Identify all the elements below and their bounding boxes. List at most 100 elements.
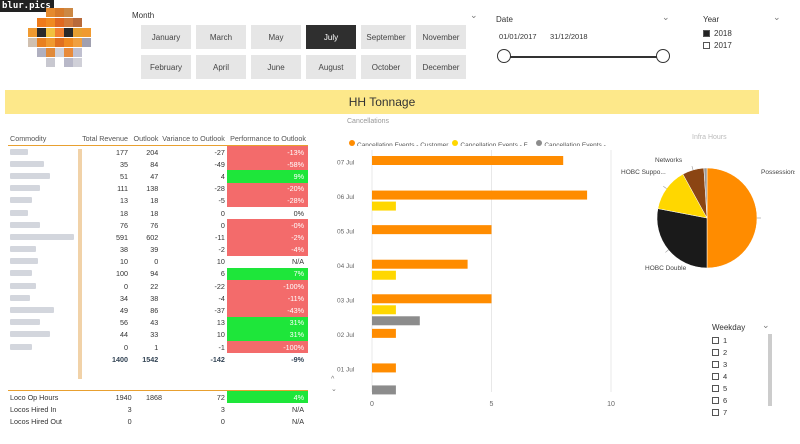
logo-pixel bbox=[64, 28, 73, 37]
table-row[interactable]: 100 94 6 7% bbox=[8, 267, 308, 281]
checkbox-icon[interactable] bbox=[703, 41, 710, 49]
pie-slice[interactable] bbox=[706, 167, 758, 269]
header-variance[interactable]: Variance to Outlook bbox=[160, 131, 227, 146]
checkbox-icon[interactable] bbox=[712, 372, 719, 380]
table-row[interactable]: 177 204 -27 -13% bbox=[8, 145, 308, 159]
loco-perf-cell: 4% bbox=[226, 391, 308, 404]
month-button-january[interactable]: January bbox=[140, 24, 192, 50]
variance-cell: -49 bbox=[214, 159, 225, 169]
pie-leader-line bbox=[691, 166, 694, 171]
outlook-cell: 204 bbox=[146, 147, 159, 157]
bar-05-jul-series-0[interactable] bbox=[372, 225, 492, 235]
weekday-chevron-icon[interactable]: ⌄ bbox=[762, 320, 770, 331]
table-row[interactable]: 13 18 -5 -28% bbox=[8, 194, 308, 207]
bar-02-jul-series-0[interactable] bbox=[372, 328, 396, 338]
weekday-scrollbar[interactable] bbox=[768, 334, 772, 406]
month-button-september[interactable]: September bbox=[360, 24, 412, 50]
header-total-revenue[interactable]: Total Revenue bbox=[78, 131, 130, 146]
loco-row[interactable]: Locos Hired In 3 3 N/A bbox=[8, 403, 308, 415]
weekday-option-7[interactable]: 7 bbox=[712, 406, 727, 418]
bar-03-jul-series-1[interactable] bbox=[372, 305, 396, 315]
weekday-option-2[interactable]: 2 bbox=[712, 346, 727, 358]
checkbox-icon[interactable] bbox=[712, 348, 719, 356]
date-chevron-icon[interactable]: ⌄ bbox=[662, 12, 670, 23]
month-button-june[interactable]: June bbox=[250, 54, 302, 80]
performance-cell: N/A bbox=[292, 257, 304, 267]
table-row[interactable]: 0 22 -22 -100% bbox=[8, 280, 308, 293]
table-row[interactable]: 56 43 13 31% bbox=[8, 316, 308, 329]
month-button-march[interactable]: March bbox=[195, 24, 247, 50]
chart-scroll-icon[interactable]: ^ ⌄ bbox=[331, 375, 337, 395]
month-button-december[interactable]: December bbox=[415, 54, 467, 80]
header-outlook[interactable]: Outlook bbox=[130, 131, 160, 146]
month-button-august[interactable]: August bbox=[305, 54, 357, 80]
checkbox-icon[interactable] bbox=[712, 396, 719, 404]
table-row[interactable]: 76 76 0 -0% bbox=[8, 219, 308, 232]
checkbox-icon[interactable] bbox=[712, 408, 719, 416]
year-option-2018[interactable]: 2018 bbox=[703, 27, 732, 39]
outlook-cell: 602 bbox=[146, 232, 159, 242]
table-row[interactable]: 18 18 0 0% bbox=[8, 207, 308, 219]
table-row[interactable]: 38 39 -2 -4% bbox=[8, 243, 308, 256]
date-start-field[interactable]: 01/01/2017 bbox=[499, 32, 537, 41]
table-row[interactable]: 35 84 -49 -58% bbox=[8, 158, 308, 171]
pie-slice[interactable] bbox=[656, 208, 708, 269]
year-option-label: 2018 bbox=[714, 28, 732, 38]
table-row[interactable]: 44 33 10 31% bbox=[8, 328, 308, 341]
bar-06-jul-series-1[interactable] bbox=[372, 201, 396, 211]
year-option-2017[interactable]: 2017 bbox=[703, 39, 732, 51]
blurred-text bbox=[10, 246, 36, 253]
bar-01-jul-series-0[interactable] bbox=[372, 363, 396, 373]
checkbox-icon[interactable] bbox=[712, 384, 719, 392]
month-button-october[interactable]: October bbox=[360, 54, 412, 80]
commodity-name-blurred bbox=[8, 292, 78, 304]
date-slider-start-handle[interactable] bbox=[497, 49, 511, 63]
date-slider-end-handle[interactable] bbox=[656, 49, 670, 63]
table-row[interactable]: 10 0 10 N/A bbox=[8, 256, 308, 268]
loco-row[interactable]: Loco Op Hours 1940 1868 72 4% bbox=[8, 391, 308, 404]
logo-pixel bbox=[64, 38, 73, 47]
year-chevron-icon[interactable]: ⌄ bbox=[773, 12, 781, 23]
checkbox-icon[interactable] bbox=[703, 29, 710, 37]
bar-06-jul-series-0[interactable] bbox=[372, 190, 588, 200]
bar-04-jul-series-0[interactable] bbox=[372, 259, 468, 269]
loco-row[interactable]: Locos Hired Out 0 0 N/A bbox=[8, 415, 308, 427]
table-row[interactable]: 34 38 -4 -11% bbox=[8, 292, 308, 305]
month-chevron-icon[interactable]: ⌄ bbox=[470, 10, 478, 21]
bar-04-jul-series-1[interactable] bbox=[372, 270, 396, 280]
blurred-text bbox=[10, 209, 28, 216]
weekday-option-5[interactable]: 5 bbox=[712, 382, 727, 394]
header-commodity[interactable]: Commodity bbox=[8, 131, 78, 146]
month-button-november[interactable]: November bbox=[415, 24, 467, 50]
pie-slice-label: Networks bbox=[655, 157, 683, 164]
table-row[interactable]: 111 138 -28 -20% bbox=[8, 182, 308, 195]
loco-perf-cell: N/A bbox=[292, 416, 304, 426]
header-performance[interactable]: Performance to Outlook bbox=[227, 131, 308, 146]
table-row[interactable]: 51 47 4 9% bbox=[8, 170, 308, 183]
checkbox-icon[interactable] bbox=[712, 336, 719, 344]
loco-label-cell: Loco Op Hours bbox=[10, 392, 59, 402]
logo-pixel bbox=[73, 48, 82, 57]
month-button-may[interactable]: May bbox=[250, 24, 302, 50]
weekday-option-1[interactable]: 1 bbox=[712, 334, 727, 346]
weekday-option-3[interactable]: 3 bbox=[712, 358, 727, 370]
bar-03-jul-series-0[interactable] bbox=[372, 294, 492, 304]
commodity-name-blurred bbox=[8, 341, 78, 353]
month-button-february[interactable]: February bbox=[140, 54, 192, 80]
bar-01-jul-series-2[interactable] bbox=[372, 385, 396, 395]
commodity-name-blurred bbox=[8, 317, 78, 329]
weekday-slicer-title: Weekday bbox=[712, 323, 746, 332]
month-button-july[interactable]: July bbox=[305, 24, 357, 50]
weekday-option-4[interactable]: 4 bbox=[712, 370, 727, 382]
table-row[interactable]: 49 86 -37 -43% bbox=[8, 304, 308, 317]
weekday-option-6[interactable]: 6 bbox=[712, 394, 727, 406]
table-row[interactable]: 591 602 -11 -2% bbox=[8, 231, 308, 244]
weekday-option-label: 4 bbox=[723, 371, 728, 381]
checkbox-icon[interactable] bbox=[712, 360, 719, 368]
table-scrollbar[interactable] bbox=[78, 149, 82, 379]
month-button-april[interactable]: April bbox=[195, 54, 247, 80]
bar-03-jul-series-2[interactable] bbox=[372, 316, 420, 326]
bar-07-jul-series-0[interactable] bbox=[372, 156, 564, 165]
date-end-field[interactable]: 31/12/2018 bbox=[550, 32, 588, 41]
table-row[interactable]: 0 1 -1 -100% bbox=[8, 341, 308, 354]
